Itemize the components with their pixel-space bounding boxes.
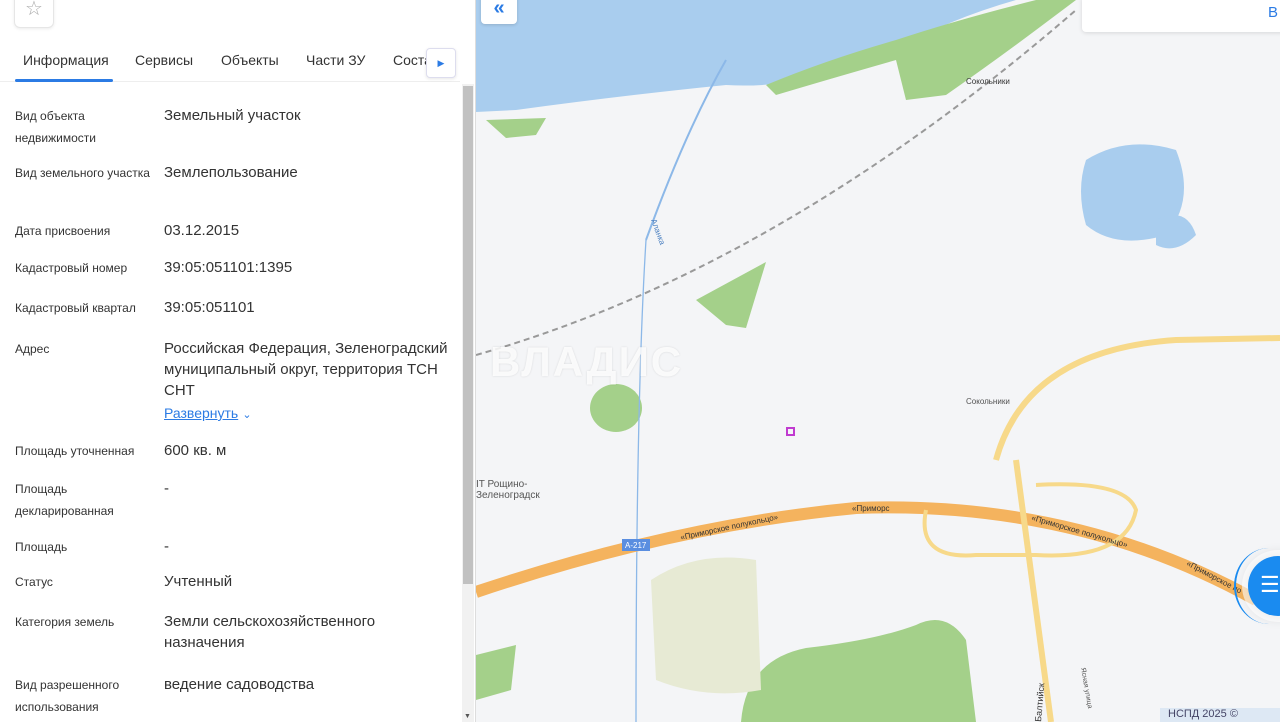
row-label: Статус <box>15 575 53 589</box>
field-south <box>651 557 761 694</box>
row-value: ведение садоводства <box>164 676 315 693</box>
map-label: Сокольники <box>966 77 1010 86</box>
watermark: ВЛАДИС <box>490 338 684 385</box>
row-label: Категория земель <box>15 615 115 629</box>
copyright: НСПД 2025 © <box>1160 708 1280 722</box>
map-label: «Приморское полукольцо» <box>1030 513 1129 549</box>
scroll-down-arrow[interactable]: ▼ <box>464 713 471 720</box>
row-label: Площадь <box>15 540 68 554</box>
info-panel: ☆ Информация Сервисы Объекты Части ЗУ Со… <box>0 0 476 722</box>
row-label: Вид земельного участка <box>15 166 150 180</box>
chat-icon: ☰ <box>1260 572 1280 597</box>
map-label: Сокольники <box>966 397 1010 406</box>
row-label: Вид разрешенного использования <box>15 678 120 714</box>
double-chevron-left-icon: « <box>493 0 505 19</box>
row-label: Адрес <box>15 342 50 356</box>
forest-south <box>741 620 976 722</box>
stream <box>635 239 647 722</box>
row-value: Земельный участок <box>164 107 301 124</box>
row-value[interactable]: 39:05:051101:1395 <box>164 257 454 278</box>
row-label: Вид объекта недвижимости <box>15 109 96 145</box>
forest-round <box>590 384 642 432</box>
lake-small <box>1156 215 1196 249</box>
highway-a217 <box>476 501 1259 606</box>
forest-sw <box>476 645 516 700</box>
row-value: Учтенный <box>164 573 233 590</box>
map-label: А-217 <box>625 541 647 550</box>
land-plot-marker <box>786 427 795 436</box>
baltiysk-road <box>1013 459 1054 722</box>
map-label: IT Рощино- <box>476 479 528 490</box>
map-view[interactable]: Сокольники Сокольники Аланка IT Рощино- … <box>476 0 1280 722</box>
tab-information[interactable]: Информация <box>23 52 109 68</box>
panel-scrollbar[interactable]: ▼ <box>462 84 474 722</box>
row-label: Кадастровый номер <box>15 261 128 275</box>
favorite-button[interactable]: ☆ <box>14 0 54 28</box>
row-label: Дата присвоения <box>15 224 111 238</box>
row-value: - <box>164 538 169 555</box>
address-text: Российская Федерация, Зеленоградский мун… <box>164 340 448 399</box>
active-tab-indicator <box>15 79 113 82</box>
collapse-panel-button[interactable]: « <box>481 0 517 24</box>
row-value: 03.12.2015 <box>164 222 240 239</box>
row-label: Кадастровый квартал <box>15 301 136 315</box>
expand-link[interactable]: Развернуть <box>164 405 238 421</box>
map-label: «Приморс <box>852 504 890 513</box>
row-value: Земли сельскохозяйственного назначения <box>164 613 376 651</box>
forest-patch <box>486 118 546 138</box>
tabs-next-button[interactable]: ▶ <box>426 48 456 78</box>
tab-bar: Информация Сервисы Объекты Части ЗУ Сост… <box>0 42 460 82</box>
row-label: Площадь декларированная <box>15 482 114 518</box>
ring-road <box>993 335 1280 461</box>
top-card-text: В <box>1267 4 1278 21</box>
chevron-right-icon: ▶ <box>437 57 445 68</box>
map-label: Аланка <box>649 218 667 247</box>
map-label: Зеленоградск <box>476 490 540 501</box>
row-label: Площадь уточненная <box>15 444 135 458</box>
tab-parts[interactable]: Части ЗУ <box>306 52 365 68</box>
forest-field <box>696 262 766 328</box>
star-icon: ☆ <box>25 0 43 20</box>
map-label: Балтийск <box>1033 683 1046 722</box>
tab-services[interactable]: Сервисы <box>135 52 193 68</box>
row-value: Российская Федерация, Зеленоградский мун… <box>164 338 454 426</box>
map-label: Ясная улица <box>1079 667 1093 709</box>
tab-objects[interactable]: Объекты <box>221 52 279 68</box>
row-value[interactable]: 39:05:051101 <box>164 297 454 318</box>
row-value: - <box>164 480 169 497</box>
top-card[interactable]: В <box>1082 0 1280 32</box>
row-value: Землепользование <box>164 164 298 181</box>
row-value: 600 кв. м <box>164 442 227 459</box>
chevron-down-icon[interactable]: ⌄ <box>242 409 251 421</box>
scrollbar-thumb[interactable] <box>463 86 473 584</box>
